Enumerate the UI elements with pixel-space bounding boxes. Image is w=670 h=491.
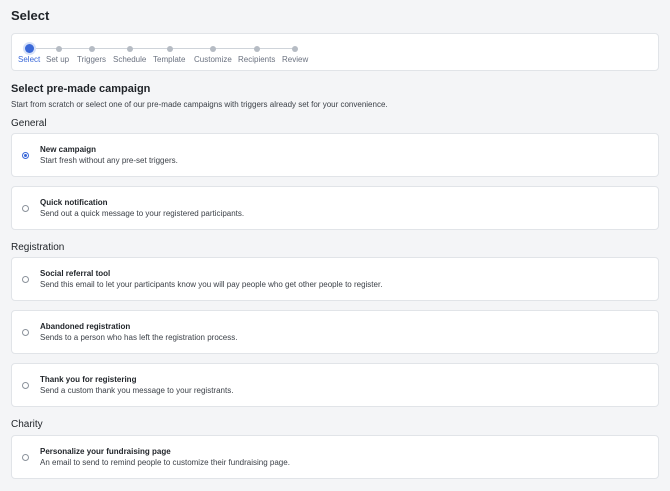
step-dot — [89, 46, 95, 52]
option-description: Send a custom thank you message to your … — [40, 386, 234, 395]
option-description: An email to send to remind people to cus… — [40, 458, 290, 467]
option-abandoned-registration[interactable]: Abandoned registration Sends to a person… — [11, 310, 659, 354]
step-label: Template — [153, 55, 186, 64]
option-new-campaign[interactable]: New campaign Start fresh without any pre… — [11, 133, 659, 177]
step-dot — [292, 46, 298, 52]
option-description: Send this email to let your participants… — [40, 280, 383, 289]
step-dot — [210, 46, 216, 52]
option-title: New campaign — [40, 145, 97, 154]
option-title: Abandoned registration — [40, 322, 131, 331]
section-heading: Select pre-made campaign — [11, 83, 151, 95]
option-title: Social referral tool — [40, 269, 111, 278]
step-label: Select — [18, 55, 41, 64]
radio-button[interactable] — [22, 276, 29, 283]
option-quick-notification[interactable]: Quick notification Send out a quick mess… — [11, 186, 659, 230]
group-title-registration: Registration — [11, 242, 65, 253]
step-label: Schedule — [113, 55, 147, 64]
option-description: Start fresh without any pre-set triggers… — [40, 156, 178, 165]
radio-button[interactable] — [22, 382, 29, 389]
option-thank-you-registering[interactable]: Thank you for registering Send a custom … — [11, 363, 659, 407]
step-dot — [25, 44, 34, 53]
option-description: Send out a quick message to your registe… — [40, 209, 245, 218]
radio-button[interactable] — [22, 329, 29, 336]
section-subtitle: Start from scratch or select one of our … — [11, 100, 388, 109]
step-label: Review — [282, 55, 309, 64]
group-title-charity: Charity — [11, 419, 43, 430]
option-description: Sends to a person who has left the regis… — [40, 333, 238, 342]
step-dot — [254, 46, 260, 52]
step-dot — [56, 46, 62, 52]
step-dot — [167, 46, 173, 52]
radio-button[interactable] — [22, 152, 29, 159]
step-label: Triggers — [77, 55, 107, 64]
step-label: Customize — [194, 55, 232, 64]
stepper: Select Set up Triggers Schedule Template… — [11, 33, 659, 71]
radio-button[interactable] — [22, 205, 29, 212]
step-label: Recipients — [238, 55, 276, 64]
option-title: Quick notification — [40, 198, 108, 207]
option-title: Personalize your fundraising page — [40, 447, 171, 456]
page-title: Select — [11, 8, 50, 23]
group-title-general: General — [11, 118, 47, 129]
step-dot — [127, 46, 133, 52]
option-personalize-fundraising[interactable]: Personalize your fundraising page An ema… — [11, 435, 659, 479]
radio-button[interactable] — [22, 454, 29, 461]
option-social-referral-tool[interactable]: Social referral tool Send this email to … — [11, 257, 659, 301]
option-title: Thank you for registering — [40, 375, 137, 384]
step-label: Set up — [46, 55, 70, 64]
